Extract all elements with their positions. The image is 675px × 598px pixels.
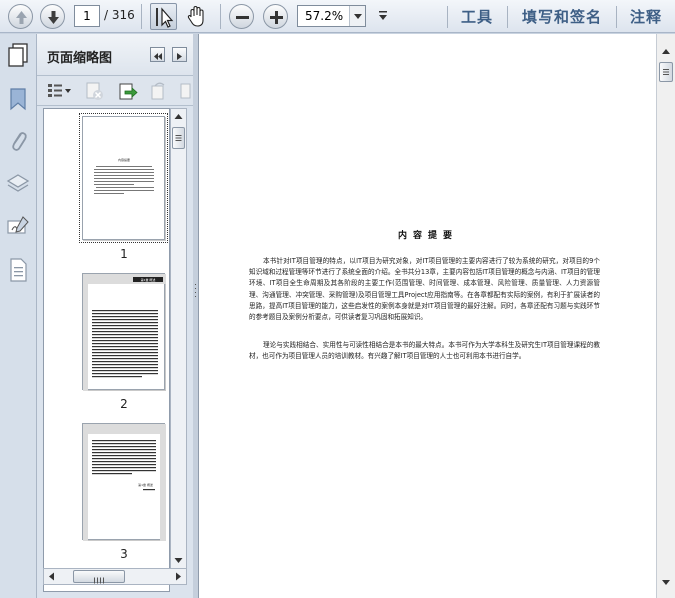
thumbnail-horizontal-scrollbar[interactable] [43, 568, 187, 585]
panel-title: 页面缩略图 [47, 51, 113, 66]
thumbnail-preview: 内容提要 [94, 157, 154, 194]
grip-icon [663, 69, 669, 75]
layers-icon [6, 174, 30, 192]
signatures-tab[interactable] [6, 214, 30, 240]
document-paragraph: 本书针对IT项目管理的特点，以IT项目为研究对象，对IT项目管理的主要内容进行了… [249, 257, 600, 322]
rotate-icon [151, 82, 165, 100]
collapse-panel-button[interactable] [150, 47, 165, 62]
thumbnail-page-1[interactable]: 内容提要 [79, 113, 168, 243]
toolbar-divider [447, 6, 448, 28]
plus-icon [270, 11, 283, 24]
zoom-level-select[interactable]: 57.2% [297, 5, 366, 27]
previous-page-button[interactable] [8, 4, 33, 29]
document-title: 内容提要 [397, 231, 458, 241]
toolbar-divider [220, 4, 221, 29]
scroll-down-icon[interactable] [171, 552, 186, 568]
comment-link[interactable]: 注释 [630, 6, 662, 27]
thumbnail-page-3[interactable]: 第1章 概述 [82, 423, 166, 541]
navigation-rail [0, 34, 37, 598]
thumbnail-label: 2 [120, 397, 128, 411]
thumbnail-heading: 第1章 概述 [141, 277, 156, 282]
thumbnails-panel: 页面缩略图 内容提要 1 第1章 概述 2 第1章 概述 3 [37, 34, 196, 598]
select-tool-button[interactable] [150, 3, 177, 30]
toolbar-divider [616, 6, 617, 28]
options-menu-button[interactable] [46, 81, 72, 101]
scroll-left-icon[interactable] [44, 569, 60, 584]
zoom-value: 57.2% [305, 9, 344, 23]
bookmark-icon [10, 88, 26, 111]
attachments-tab[interactable] [6, 128, 30, 154]
delete-page-button[interactable] [83, 81, 105, 101]
page-total: / 316 [104, 8, 135, 22]
thumbnail-label: 3 [120, 547, 128, 561]
panel-toolbar [37, 76, 196, 106]
pages-icon [8, 43, 28, 67]
next-page-button[interactable] [40, 4, 65, 29]
zoom-in-button[interactable] [263, 4, 288, 29]
document-page[interactable]: 内容提要 本书针对IT项目管理的特点，以IT项目为研究对象，对IT项目管理的主要… [198, 34, 656, 598]
layers-tab[interactable] [6, 170, 30, 196]
list-options-icon [48, 84, 71, 97]
arrow-down-icon [48, 11, 59, 24]
more-tools-button[interactable] [177, 81, 191, 101]
page-thumbnails-tab[interactable] [6, 42, 30, 68]
chevron-right-icon [177, 53, 182, 60]
scroll-right-icon[interactable] [170, 569, 186, 584]
hand-tool-button[interactable] [183, 3, 210, 30]
toolbar-divider [507, 6, 508, 28]
chevron-down-icon [354, 14, 362, 19]
minus-icon [236, 16, 249, 19]
extract-page-button[interactable] [116, 81, 138, 101]
thumbnail-heading: 内容提要 [118, 157, 130, 162]
grip-icon [175, 135, 182, 141]
main-toolbar: 1 / 316 57.2% 工具 填写和签名 注释 [0, 0, 675, 33]
tools-link[interactable]: 工具 [461, 6, 493, 27]
toolbar-menu-icon[interactable] [378, 10, 388, 22]
double-chevron-left-icon [154, 53, 162, 60]
thumbnail-preview: 第1章 概述 [83, 424, 166, 541]
rotate-page-button[interactable] [147, 81, 169, 101]
scroll-up-icon[interactable] [657, 44, 675, 60]
thumbnail-label: 1 [120, 247, 128, 261]
thumbnail-list[interactable]: 内容提要 1 第1章 概述 2 第1章 概述 3 [43, 108, 170, 592]
scroll-thumb[interactable] [659, 62, 673, 82]
scroll-thumb[interactable] [172, 127, 185, 149]
scroll-down-icon[interactable] [657, 574, 675, 590]
toolbar-divider [141, 4, 142, 29]
scroll-up-icon[interactable] [171, 109, 186, 125]
document-icon [10, 258, 27, 282]
thumbnail-preview: 第1章 概述 [83, 274, 166, 391]
zoom-dropdown-button[interactable] [349, 6, 365, 26]
page-arrow-icon [119, 83, 138, 100]
arrow-up-icon [16, 11, 27, 24]
delete-page-icon [86, 82, 103, 100]
paperclip-icon [12, 132, 27, 151]
document-vertical-scrollbar[interactable] [656, 34, 675, 598]
expand-panel-button[interactable] [172, 47, 187, 62]
zoom-out-button[interactable] [229, 4, 254, 29]
content-tab[interactable] [6, 257, 30, 283]
text-cursor-icon [156, 7, 174, 28]
thumbnail-heading: 第1章 概述 [138, 482, 153, 487]
thumbnail-vertical-scrollbar[interactable] [170, 108, 187, 569]
grip-icon [94, 577, 104, 584]
signature-pen-icon [7, 216, 29, 234]
page-icon [180, 83, 191, 99]
fill-sign-link[interactable]: 填写和签名 [522, 6, 602, 27]
panel-header: 页面缩略图 [37, 34, 196, 76]
scroll-thumb[interactable] [73, 570, 125, 584]
bookmarks-tab[interactable] [6, 86, 30, 112]
hand-icon [187, 5, 204, 27]
page-number-input[interactable]: 1 [74, 5, 100, 27]
document-paragraph: 理论与实践相结合、实用性与可读性相结合是本书的最大特点。本书可作为大学本科生及研… [249, 341, 600, 361]
thumbnail-page-2[interactable]: 第1章 概述 [82, 273, 166, 391]
